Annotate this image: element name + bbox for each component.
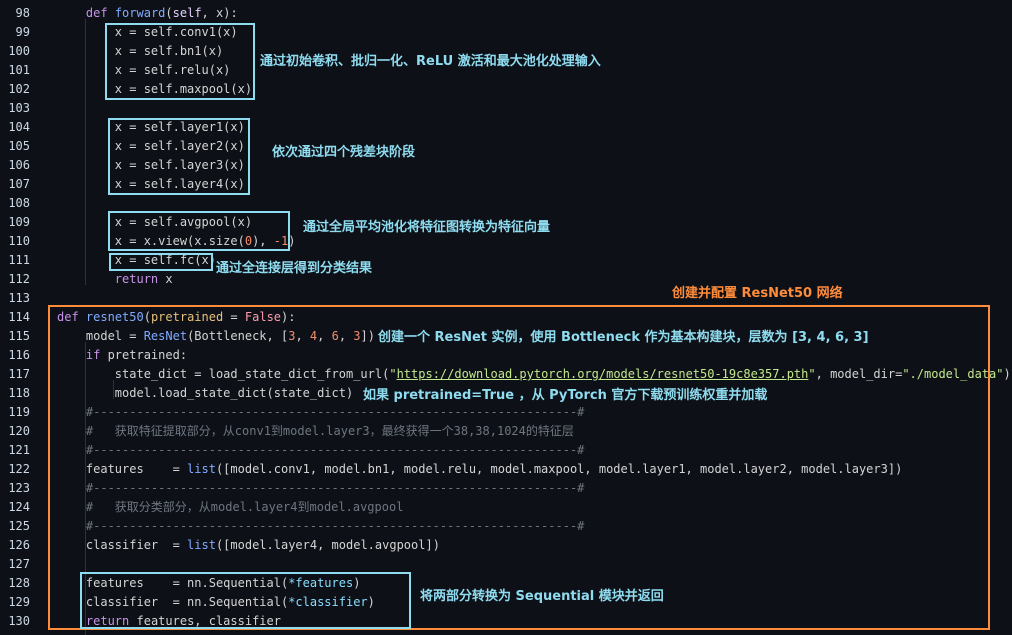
code-text: return x	[57, 270, 173, 289]
line-number: 99	[15, 25, 30, 39]
line-number: 116	[8, 348, 30, 362]
code-token: x	[158, 272, 173, 286]
code-token: def	[85, 6, 108, 20]
fc-annotation: 通过全连接层得到分类结果	[216, 261, 373, 276]
line-number: 114	[8, 310, 30, 324]
code-token: )	[1003, 367, 1011, 381]
sequential-highlight-box	[80, 572, 411, 629]
code-line[interactable]: 98 def forward(self, x):	[0, 4, 1012, 23]
line-number: 108	[8, 196, 30, 210]
line-number: 123	[8, 481, 30, 495]
line-number: 101	[8, 63, 30, 77]
stages-annotation: 依次通过四个残差块阶段	[272, 145, 416, 160]
line-number: 120	[8, 424, 30, 438]
stem-annotation: 通过初始卷积、批归一化、ReLU 激活和最大池化处理输入	[260, 54, 601, 69]
line-number: 121	[8, 443, 30, 457]
line-number: 127	[8, 557, 30, 571]
line-number: 98	[15, 6, 30, 20]
line-number: 107	[8, 177, 30, 191]
line-number: 110	[8, 234, 30, 248]
model-annotation: 创建一个 ResNet 实例，使用 Bottleneck 作为基本构建块，层数为…	[378, 330, 869, 345]
line-number: 129	[8, 595, 30, 609]
line-number: 112	[8, 272, 30, 286]
code-line[interactable]: 103	[0, 99, 1012, 118]
line-number: 109	[8, 215, 30, 229]
line-number: 126	[8, 538, 30, 552]
code-token: (	[165, 6, 173, 20]
build-title-annotation: 创建并配置 ResNet50 网络	[672, 286, 843, 301]
line-number: 122	[8, 462, 30, 476]
code-text: def forward(self, x):	[57, 4, 238, 23]
stem-highlight-box	[105, 23, 255, 100]
pool-highlight-box	[108, 211, 290, 251]
line-number: 118	[8, 386, 30, 400]
line-number: 100	[8, 44, 30, 58]
line-number: 103	[8, 101, 30, 115]
code-token: forward	[114, 6, 166, 20]
pretrained-annotation: 如果 pretrained=True ，从 PyTorch 官方下载预训练权重并…	[363, 388, 768, 403]
code-line[interactable]: 112 return x	[0, 270, 1012, 289]
sequential-annotation: 将两部分转换为 Sequential 模块并返回	[420, 589, 664, 604]
line-number: 111	[8, 253, 30, 267]
line-number: 124	[8, 500, 30, 514]
line-number: 125	[8, 519, 30, 533]
code-token: return	[114, 272, 159, 286]
line-number: 113	[8, 291, 30, 305]
pool-annotation: 通过全局平均池化将特征图转换为特征向量	[303, 220, 551, 235]
line-number: 117	[8, 367, 30, 381]
line-number: 119	[8, 405, 30, 419]
line-number: 102	[8, 82, 30, 96]
code-token: self	[172, 6, 202, 20]
line-number: 105	[8, 139, 30, 153]
line-number: 115	[8, 329, 30, 343]
stages-highlight-box	[108, 118, 250, 195]
code-token: , x):	[201, 6, 238, 20]
line-number: 128	[8, 576, 30, 590]
line-number: 104	[8, 120, 30, 134]
fc-highlight-box	[109, 253, 213, 271]
code-editor[interactable]: 98 def forward(self, x): 99 x = self.conv…	[0, 0, 1012, 635]
line-number: 106	[8, 158, 30, 172]
line-number: 130	[8, 614, 30, 628]
